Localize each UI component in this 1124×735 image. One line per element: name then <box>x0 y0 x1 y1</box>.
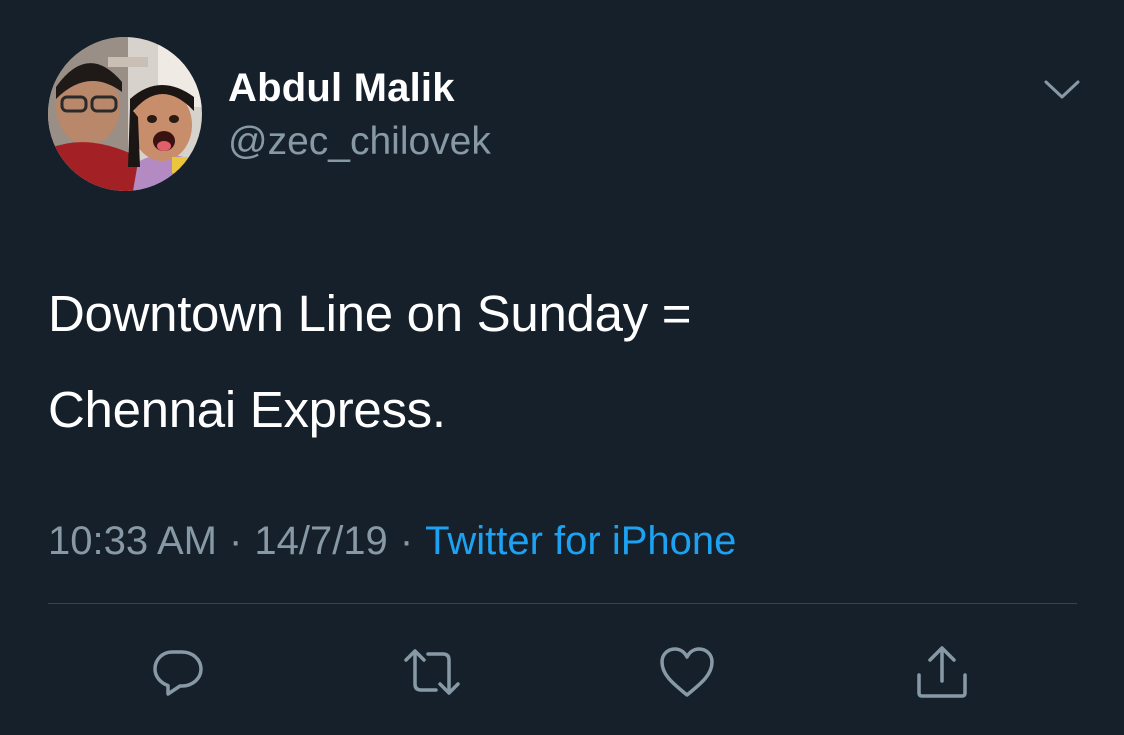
tweet-source-link[interactable]: Twitter for iPhone <box>425 519 736 563</box>
like-button[interactable] <box>655 640 719 704</box>
tweet-text: Downtown Line on Sunday = Chennai Expres… <box>48 266 1088 458</box>
author-display-name[interactable]: Abdul Malik <box>228 64 455 112</box>
heart-icon <box>658 645 716 699</box>
divider <box>48 603 1077 604</box>
retweet-icon <box>402 644 462 700</box>
avatar[interactable] <box>48 37 202 191</box>
share-icon <box>913 643 971 701</box>
share-button[interactable] <box>910 640 974 704</box>
reply-icon <box>150 644 206 700</box>
meta-separator: · <box>399 519 414 563</box>
tweet-date: 14/7/19 <box>254 519 388 563</box>
chevron-down-icon[interactable] <box>1040 72 1084 108</box>
author-handle[interactable]: @zec_chilovek <box>228 118 491 166</box>
tweet-text-line: Downtown Line on Sunday = <box>48 285 692 342</box>
tweet-time: 10:33 AM <box>48 519 218 563</box>
tweet-text-line: Chennai Express. <box>48 381 446 438</box>
meta-separator: · <box>229 519 243 563</box>
retweet-button[interactable] <box>400 640 464 704</box>
tweet-meta: 10:33 AM · 14/7/19 · Twitter for iPhone <box>48 516 736 566</box>
reply-button[interactable] <box>146 640 210 704</box>
tweet-detail: Abdul Malik @zec_chilovek Downtown Line … <box>0 0 1124 735</box>
